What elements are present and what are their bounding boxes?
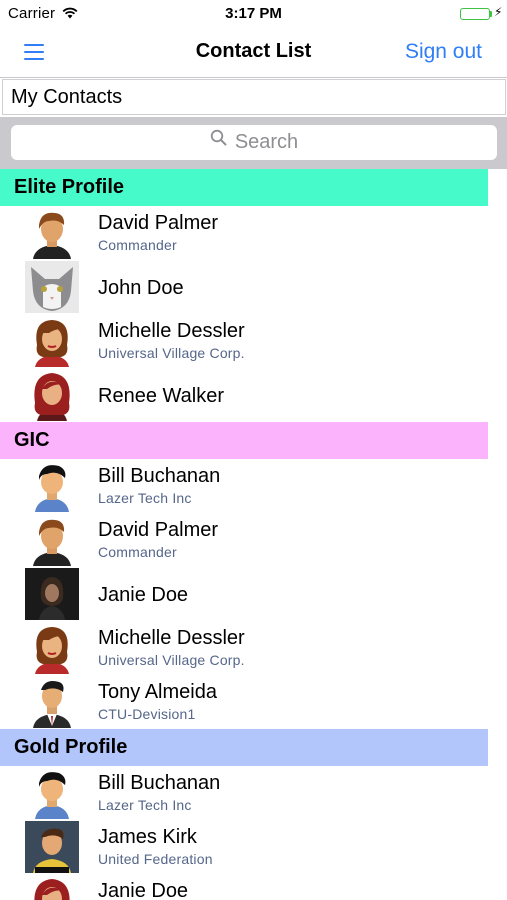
search-icon xyxy=(210,123,227,158)
contact-row[interactable]: Bill Buchanan Lazer Tech Inc xyxy=(0,766,507,820)
search-bar: Search xyxy=(0,117,507,169)
cartoon-woman-avatar xyxy=(25,315,79,367)
nav-divider xyxy=(0,77,507,78)
contact-row[interactable]: Janie Doe xyxy=(0,874,507,900)
contact-row[interactable]: Bill Buchanan Lazer Tech Inc xyxy=(0,459,507,513)
contact-subtitle: Lazer Tech Inc xyxy=(98,490,192,506)
contact-name: David Palmer xyxy=(98,519,219,541)
cartoon-man-avatar xyxy=(25,207,79,259)
contact-row[interactable]: John Doe xyxy=(0,260,507,314)
contact-name: Bill Buchanan xyxy=(98,772,221,794)
contact-row[interactable]: Michelle Dessler Universal Village Corp. xyxy=(0,621,507,675)
contact-name: Michelle Dessler xyxy=(98,320,245,342)
contact-row[interactable]: Janie Doe xyxy=(0,567,507,621)
search-input[interactable]: Search xyxy=(11,125,497,160)
contact-row[interactable]: Tony Almeida CTU-Devision1 xyxy=(0,675,507,729)
contact-name: Renee Walker xyxy=(98,385,224,407)
dark-photo-avatar xyxy=(25,568,79,620)
contact-name: John Doe xyxy=(98,277,184,299)
contact-name: David Palmer xyxy=(98,212,219,234)
status-bar: Carrier 3:17 PM ⚡ xyxy=(0,0,507,28)
cartoon-man-blue-shirt-avatar xyxy=(25,460,79,512)
section-title: GIC xyxy=(14,429,50,451)
contact-subtitle: Commander xyxy=(98,237,177,253)
sign-out-button[interactable]: Sign out xyxy=(405,40,482,64)
battery-icon xyxy=(460,8,490,20)
contact-name: James Kirk xyxy=(98,826,197,848)
cartoon-redhead-avatar xyxy=(25,875,79,900)
contact-name: Bill Buchanan xyxy=(98,465,221,487)
contact-row[interactable]: James Kirk United Federation xyxy=(0,820,507,874)
battery-tip xyxy=(490,11,492,17)
search-placeholder: Search xyxy=(234,131,299,153)
contact-group-selector[interactable]: My Contacts xyxy=(2,79,506,115)
contact-row[interactable]: Michelle Dessler Universal Village Corp. xyxy=(0,314,507,368)
section-header-gold-profile: Gold Profile xyxy=(0,729,488,766)
section-title: Elite Profile xyxy=(14,176,125,198)
contact-subtitle: Universal Village Corp. xyxy=(98,345,245,361)
contact-name: Michelle Dessler xyxy=(98,627,245,649)
cartoon-woman-avatar xyxy=(25,622,79,674)
clock: 3:17 PM xyxy=(225,5,282,22)
contact-list: Elite Profile David Palmer Commander Joh… xyxy=(0,169,507,900)
contact-row[interactable]: David Palmer Commander xyxy=(0,206,507,260)
contact-name: Janie Doe xyxy=(98,584,189,606)
cat-photo-avatar xyxy=(25,261,79,313)
contact-name: Janie Doe xyxy=(98,880,189,900)
contact-row[interactable]: David Palmer Commander xyxy=(0,513,507,567)
navigation-bar: Contact List Sign out xyxy=(0,28,507,78)
section-header-elite-profile: Elite Profile xyxy=(0,169,488,206)
contact-row[interactable]: Renee Walker xyxy=(0,368,507,422)
contact-subtitle: CTU-Devision1 xyxy=(98,706,196,722)
cartoon-captain-avatar xyxy=(25,821,79,873)
cartoon-man-suit-avatar xyxy=(25,676,79,728)
contact-subtitle: United Federation xyxy=(98,851,213,867)
contact-subtitle: Commander xyxy=(98,544,177,560)
cartoon-redhead-avatar xyxy=(25,369,79,421)
section-header-gic: GIC xyxy=(0,422,488,459)
cartoon-man-avatar xyxy=(25,514,79,566)
section-title: Gold Profile xyxy=(14,736,128,758)
charging-bolt-icon: ⚡ xyxy=(494,5,503,19)
contact-subtitle: Universal Village Corp. xyxy=(98,652,245,668)
contact-subtitle: Lazer Tech Inc xyxy=(98,797,192,813)
cartoon-man-blue-shirt-avatar xyxy=(25,767,79,819)
contact-name: Tony Almeida xyxy=(98,681,217,703)
